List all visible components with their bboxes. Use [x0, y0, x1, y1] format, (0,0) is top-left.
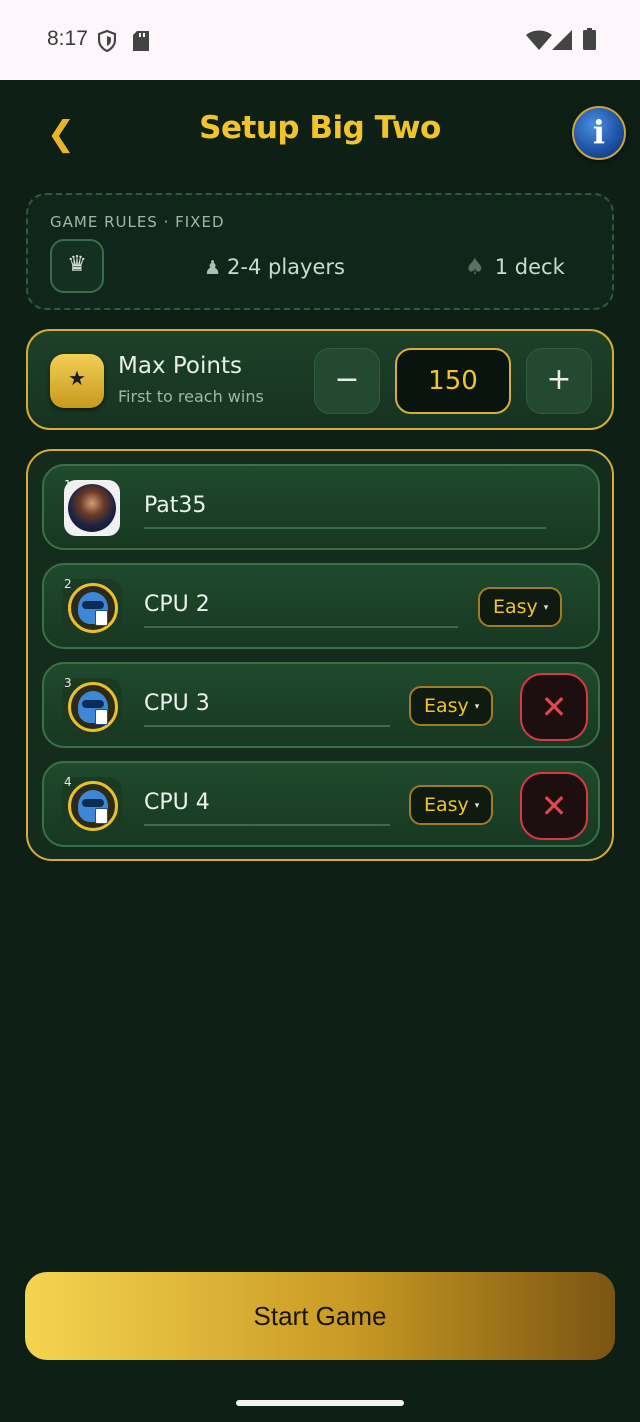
- game-rules-card: GAME RULES · FIXED ♛ ♟ 2-4 players ♠ 1 dec…: [26, 193, 614, 310]
- home-indicator[interactable]: [236, 1400, 404, 1406]
- status-bar: 8:17: [0, 0, 640, 80]
- max-points-value[interactable]: 150: [395, 348, 511, 414]
- deck-count: 1 deck: [494, 255, 565, 279]
- star-icon: ★: [68, 366, 86, 390]
- close-icon: ✕: [540, 787, 568, 825]
- robot-icon[interactable]: [68, 781, 118, 831]
- caret-down-icon: ▾: [474, 701, 480, 712]
- crown-icon: ♛: [67, 252, 87, 277]
- person-icon: ♟: [204, 257, 222, 279]
- close-icon: ✕: [540, 688, 568, 726]
- status-time: 8:17: [47, 27, 88, 50]
- name-underline: [144, 725, 390, 727]
- player-name-input[interactable]: Pat35: [144, 493, 206, 518]
- player-number: 3: [64, 676, 72, 690]
- player-name-input[interactable]: CPU 2: [144, 592, 210, 617]
- info-button[interactable]: i: [572, 106, 626, 160]
- star-badge: ★: [50, 354, 104, 408]
- info-icon: i: [592, 113, 606, 151]
- max-points-subtitle: First to reach wins: [118, 387, 264, 406]
- player-row-2: 2 CPU 2 Easy ▾: [42, 563, 600, 649]
- players-list: 1 Pat35 2 CPU 2 Easy ▾ 3 CPU 3 Easy ▾ ✕: [26, 449, 614, 861]
- decrease-points-button[interactable]: −: [314, 348, 380, 414]
- player-name-input[interactable]: CPU 4: [144, 790, 210, 815]
- wifi-icon: [526, 30, 552, 50]
- players-count: 2-4 players: [227, 255, 345, 279]
- difficulty-label: Easy: [424, 695, 469, 717]
- name-underline: [144, 527, 546, 529]
- difficulty-dropdown[interactable]: Easy ▾: [409, 785, 493, 825]
- difficulty-label: Easy: [493, 596, 538, 618]
- rule-deck: ♠ 1 deck: [465, 255, 565, 280]
- player-name-input[interactable]: CPU 3: [144, 691, 210, 716]
- difficulty-dropdown[interactable]: Easy ▾: [409, 686, 493, 726]
- player-row-3: 3 CPU 3 Easy ▾ ✕: [42, 662, 600, 748]
- sd-card-icon: [133, 31, 149, 51]
- spade-icon: ♠: [465, 255, 485, 280]
- setup-screen: ❮ Setup Big Two i GAME RULES · FIXED ♛ ♟…: [0, 80, 640, 1422]
- battery-icon: [583, 28, 596, 50]
- difficulty-label: Easy: [424, 794, 469, 816]
- robot-icon[interactable]: [68, 583, 118, 633]
- signal-icon: [552, 30, 572, 50]
- rules-label: GAME RULES · FIXED: [50, 213, 225, 231]
- max-points-title: Max Points: [118, 353, 242, 379]
- player-row-4: 4 CPU 4 Easy ▾ ✕: [42, 761, 600, 847]
- player-avatar[interactable]: [64, 480, 120, 536]
- robot-icon[interactable]: [68, 682, 118, 732]
- max-points-card: ★ Max Points First to reach wins − 150 +: [26, 329, 614, 430]
- player-row-1: 1 Pat35: [42, 464, 600, 550]
- player-number: 2: [64, 577, 72, 591]
- start-game-button[interactable]: Start Game: [25, 1272, 615, 1360]
- increase-points-button[interactable]: +: [526, 348, 592, 414]
- caret-down-icon: ▾: [474, 800, 480, 811]
- shield-icon: [98, 30, 116, 52]
- player-number: 1: [64, 478, 72, 492]
- player-number: 4: [64, 775, 72, 789]
- remove-player-button[interactable]: ✕: [520, 673, 588, 741]
- rule-players: ♟ 2-4 players: [204, 255, 345, 279]
- crown-badge: ♛: [50, 239, 104, 293]
- caret-down-icon: ▾: [543, 602, 549, 613]
- difficulty-dropdown[interactable]: Easy ▾: [478, 587, 562, 627]
- name-underline: [144, 626, 458, 628]
- name-underline: [144, 824, 390, 826]
- remove-player-button[interactable]: ✕: [520, 772, 588, 840]
- page-title: Setup Big Two: [199, 110, 441, 146]
